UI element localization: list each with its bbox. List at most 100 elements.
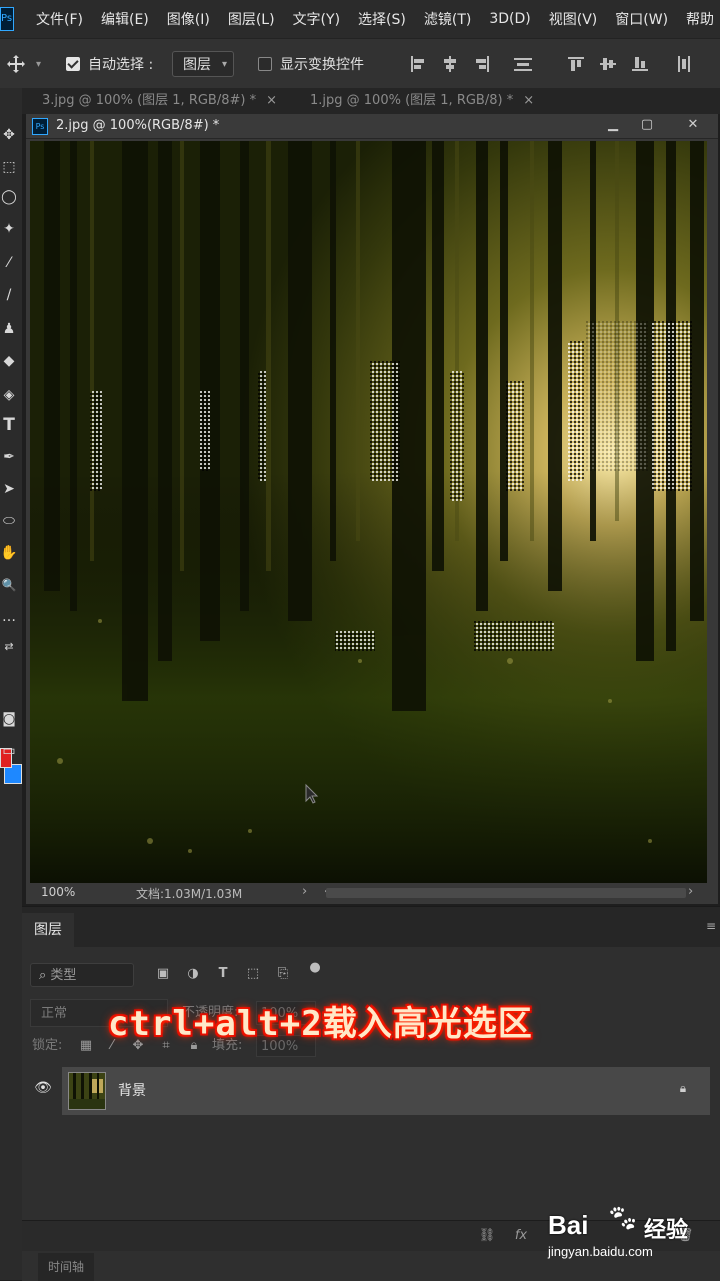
align-top-icon[interactable] xyxy=(568,56,584,72)
minimize-icon[interactable]: ▁ xyxy=(600,114,626,138)
show-transform-checkbox[interactable] xyxy=(258,57,272,71)
move-tool-preset[interactable]: ▾ xyxy=(6,39,41,89)
fx-icon[interactable]: fx xyxy=(512,1227,530,1245)
layers-panel-tabbar: 图层 ≡ xyxy=(22,907,720,947)
menu-layer[interactable]: 图层(L) xyxy=(228,9,275,29)
zoom-level[interactable]: 100% xyxy=(41,885,75,899)
distribute-horizontal-icon[interactable] xyxy=(676,56,692,72)
filter-shape-icon[interactable]: ⬚ xyxy=(244,965,262,983)
align-vcenter-icon[interactable] xyxy=(600,56,616,72)
filter-pixel-icon[interactable]: ▣ xyxy=(154,965,172,983)
menu-edit[interactable]: 编辑(E) xyxy=(101,9,149,29)
paint-bucket-tool-icon[interactable]: ◈ xyxy=(0,384,18,406)
tab-label: 1.jpg @ 100% (图层 1, RGB/8) * xyxy=(310,93,514,108)
stamp-tool-icon[interactable]: ♟ xyxy=(0,318,18,340)
tab-label: 3.jpg @ 100% (图层 1, RGB/8#) * xyxy=(42,93,257,108)
search-icon: ⌕ xyxy=(39,968,47,983)
document-tabs: 3.jpg @ 100% (图层 1, RGB/8#) * × 1.jpg @ 1… xyxy=(22,88,720,114)
menu-window[interactable]: 窗口(W) xyxy=(615,9,668,29)
filter-toggle-icon[interactable]: ● xyxy=(306,959,324,977)
magic-wand-tool-icon[interactable]: ✦ xyxy=(0,218,18,240)
eyedropper-tool-icon[interactable]: ⁄ xyxy=(0,252,18,274)
close-icon[interactable]: × xyxy=(523,93,534,108)
tab-3-jpg[interactable]: 3.jpg @ 100% (图层 1, RGB/8#) * × xyxy=(42,88,277,114)
photoshop-doc-icon: Ps xyxy=(32,118,48,135)
auto-select-toggle[interactable]: 自动选择 : xyxy=(66,39,153,89)
distribute-vertical-icon[interactable] xyxy=(514,56,532,72)
baidu-logo-text: Bai xyxy=(548,1210,589,1240)
align-hcenter-icon[interactable] xyxy=(442,56,458,72)
chevron-down-icon: ▾ xyxy=(221,58,227,70)
move-tool-icon[interactable]: ✥ xyxy=(0,124,18,146)
filter-smart-object-icon[interactable]: ⎘ xyxy=(274,965,292,983)
layer-thumbnail xyxy=(68,1072,106,1110)
screen-mode-icon[interactable]: ▭ xyxy=(0,740,18,762)
show-transform-toggle[interactable]: 显示变换控件 xyxy=(258,39,364,89)
show-transform-label: 显示变换控件 xyxy=(280,57,364,73)
ellipse-tool-icon[interactable]: ⬭ xyxy=(0,510,18,532)
document-window: Ps 2.jpg @ 100%(RGB/8#) * ▁ ▢ ✕ 100% 文档:… xyxy=(26,114,718,904)
align-left-icon[interactable] xyxy=(410,56,426,72)
document-status-bar: 100% 文档:1.03M/1.03M › ‹ › xyxy=(26,884,718,904)
swap-colors-icon[interactable]: ⇄ xyxy=(0,636,18,658)
auto-select-target-dropdown[interactable]: 图层 ▾ xyxy=(172,51,234,77)
thumbnail-image xyxy=(69,1073,105,1109)
layer-row-background[interactable]: 背景 🔒︎ xyxy=(62,1067,710,1115)
layer-filter-value: 类型 xyxy=(50,968,77,983)
tab-1-jpg[interactable]: 1.jpg @ 100% (图层 1, RGB/8) * × xyxy=(310,88,534,114)
auto-select-checkbox[interactable] xyxy=(66,57,80,71)
menu-bar: Ps 文件(F) 编辑(E) 图像(I) 图层(L) 文字(Y) 选择(S) 滤… xyxy=(0,0,720,38)
document-title: 2.jpg @ 100%(RGB/8#) * xyxy=(56,118,220,133)
auto-select-label: 自动选择 : xyxy=(88,57,154,73)
filter-type-icon[interactable]: T xyxy=(214,965,232,983)
photoshop-logo: Ps xyxy=(0,7,14,31)
panel-menu-icon[interactable]: ≡ xyxy=(706,919,716,933)
menu-filter[interactable]: 滤镜(T) xyxy=(424,9,471,29)
lock-label: 锁定: xyxy=(32,1038,63,1053)
eraser-tool-icon[interactable]: ◆ xyxy=(0,350,18,372)
align-right-icon[interactable] xyxy=(474,56,490,72)
eye-icon[interactable]: 👁︎ xyxy=(34,1079,52,1097)
close-icon[interactable]: × xyxy=(266,93,277,108)
canvas-forest-image[interactable] xyxy=(30,141,707,883)
chevron-down-icon: ▾ xyxy=(36,58,42,70)
lock-icon[interactable]: 🔒︎ xyxy=(676,1081,690,1097)
align-bottom-icon[interactable] xyxy=(632,56,648,72)
menu-select[interactable]: 选择(S) xyxy=(358,9,406,29)
menu-help[interactable]: 帮助 xyxy=(686,9,714,29)
filter-adjustment-icon[interactable]: ◑ xyxy=(184,965,202,983)
status-arrow-icon[interactable]: › xyxy=(302,884,307,899)
brush-tool-icon[interactable]: / xyxy=(0,284,18,306)
link-layers-icon[interactable]: ⛓ xyxy=(478,1227,496,1245)
baidu-jingyan-watermark: Bai 🐾︎ 经验 jingyan.baidu.com xyxy=(548,1200,718,1270)
menu-view[interactable]: 视图(V) xyxy=(549,9,598,29)
tools-panel: ✥ ⬚ ◯ ✦ ⁄ / ♟ ◆ ◈ T ✒ ➤ ⬭ ✋ 🔍 … ⇄ ◙ ▭ xyxy=(0,88,22,1280)
maximize-icon[interactable]: ▢ xyxy=(634,114,660,138)
tutorial-caption: ctrl+alt+2载入高光选区 xyxy=(108,1004,533,1044)
pen-tool-icon[interactable]: ✒ xyxy=(0,446,18,468)
quick-mask-icon[interactable]: ◙ xyxy=(0,708,18,730)
menu-image[interactable]: 图像(I) xyxy=(167,9,210,29)
marquee-tool-icon[interactable]: ⬚ xyxy=(0,156,18,178)
tab-layers[interactable]: 图层 xyxy=(22,913,74,947)
scroll-right-icon[interactable]: › xyxy=(688,884,693,899)
tab-timeline[interactable]: 时间轴 xyxy=(38,1253,94,1281)
auto-select-target-value: 图层 xyxy=(183,57,211,73)
menu-file[interactable]: 文件(F) xyxy=(36,9,83,29)
layer-filter-dropdown[interactable]: ⌕ 类型 xyxy=(30,963,134,987)
baidu-paw-icon: 🐾︎ xyxy=(606,1204,640,1234)
close-icon[interactable]: ✕ xyxy=(680,114,706,138)
zoom-tool-icon[interactable]: 🔍 xyxy=(0,574,18,596)
move-icon xyxy=(7,55,25,73)
more-tools-icon[interactable]: … xyxy=(0,606,18,628)
document-titlebar[interactable]: Ps 2.jpg @ 100%(RGB/8#) * ▁ ▢ ✕ xyxy=(26,114,718,139)
menu-type[interactable]: 文字(Y) xyxy=(293,9,340,29)
hand-tool-icon[interactable]: ✋ xyxy=(0,542,18,564)
jingyan-text: 经验 xyxy=(644,1218,689,1243)
type-tool-icon[interactable]: T xyxy=(0,414,18,436)
lasso-tool-icon[interactable]: ◯ xyxy=(0,186,18,208)
lock-transparent-icon[interactable]: ▦ xyxy=(78,1037,94,1055)
path-select-tool-icon[interactable]: ➤ xyxy=(0,478,18,500)
horizontal-scrollbar[interactable] xyxy=(326,888,686,898)
menu-3d[interactable]: 3D(D) xyxy=(489,11,530,27)
